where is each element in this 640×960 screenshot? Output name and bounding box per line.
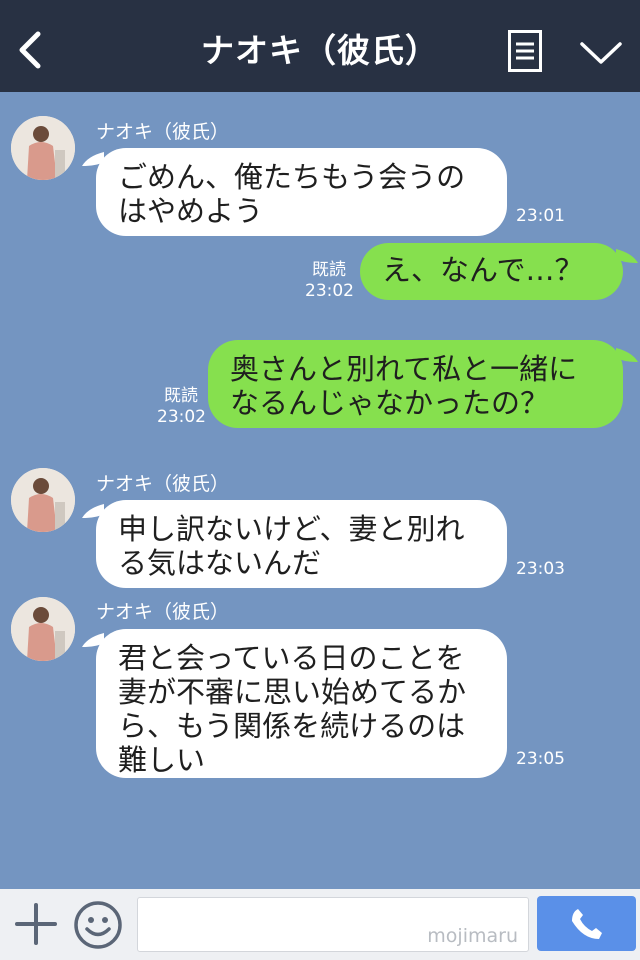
- read-receipt: 既読 23:02: [300, 260, 354, 302]
- message-time: 23:03: [516, 559, 565, 579]
- sender-name: ナオキ（彼氏）: [96, 601, 230, 623]
- chat-title: ナオキ（彼氏）: [201, 31, 439, 70]
- sender-name: ナオキ（彼氏）: [96, 121, 230, 143]
- message-time: 23:02: [157, 407, 206, 427]
- read-label: 既読: [312, 260, 346, 280]
- read-receipt: 既読 23:02: [152, 386, 206, 428]
- sender-name: ナオキ（彼氏）: [96, 473, 230, 495]
- avatar[interactable]: [11, 597, 75, 661]
- emoji-icon[interactable]: [73, 900, 123, 950]
- phone-icon: [572, 909, 602, 939]
- message-bubble[interactable]: 君と会っている日のことを 妻が不審に思い始めてるか ら、もう関係を続けるのは 難…: [96, 629, 507, 778]
- avatar[interactable]: [11, 116, 75, 180]
- message-time: 23:05: [516, 749, 565, 769]
- call-button[interactable]: [537, 896, 636, 951]
- message-time: 23:01: [516, 206, 565, 226]
- bubble-tail: [616, 249, 638, 263]
- bubble-tail: [616, 348, 638, 362]
- chat-header: ナオキ（彼氏）: [0, 0, 640, 92]
- message-input[interactable]: mojimaru: [137, 897, 529, 952]
- message-bubble[interactable]: 申し訳ないけど、妻と別れ る気はないんだ: [96, 500, 507, 588]
- chevron-down-icon[interactable]: [578, 38, 624, 68]
- read-label: 既読: [164, 386, 198, 406]
- message-bubble[interactable]: 奥さんと別れて私と一緒に なるんじゃなかったの？: [208, 340, 623, 428]
- watermark: mojimaru: [427, 925, 518, 947]
- message-time: 23:02: [305, 281, 354, 301]
- message-bubble[interactable]: ごめん、俺たちもう会うの はやめよう: [96, 148, 507, 236]
- plus-icon[interactable]: [14, 902, 58, 946]
- menu-icon[interactable]: [508, 30, 542, 72]
- message-bubble[interactable]: え、なんで…？: [360, 243, 623, 300]
- avatar[interactable]: [11, 468, 75, 532]
